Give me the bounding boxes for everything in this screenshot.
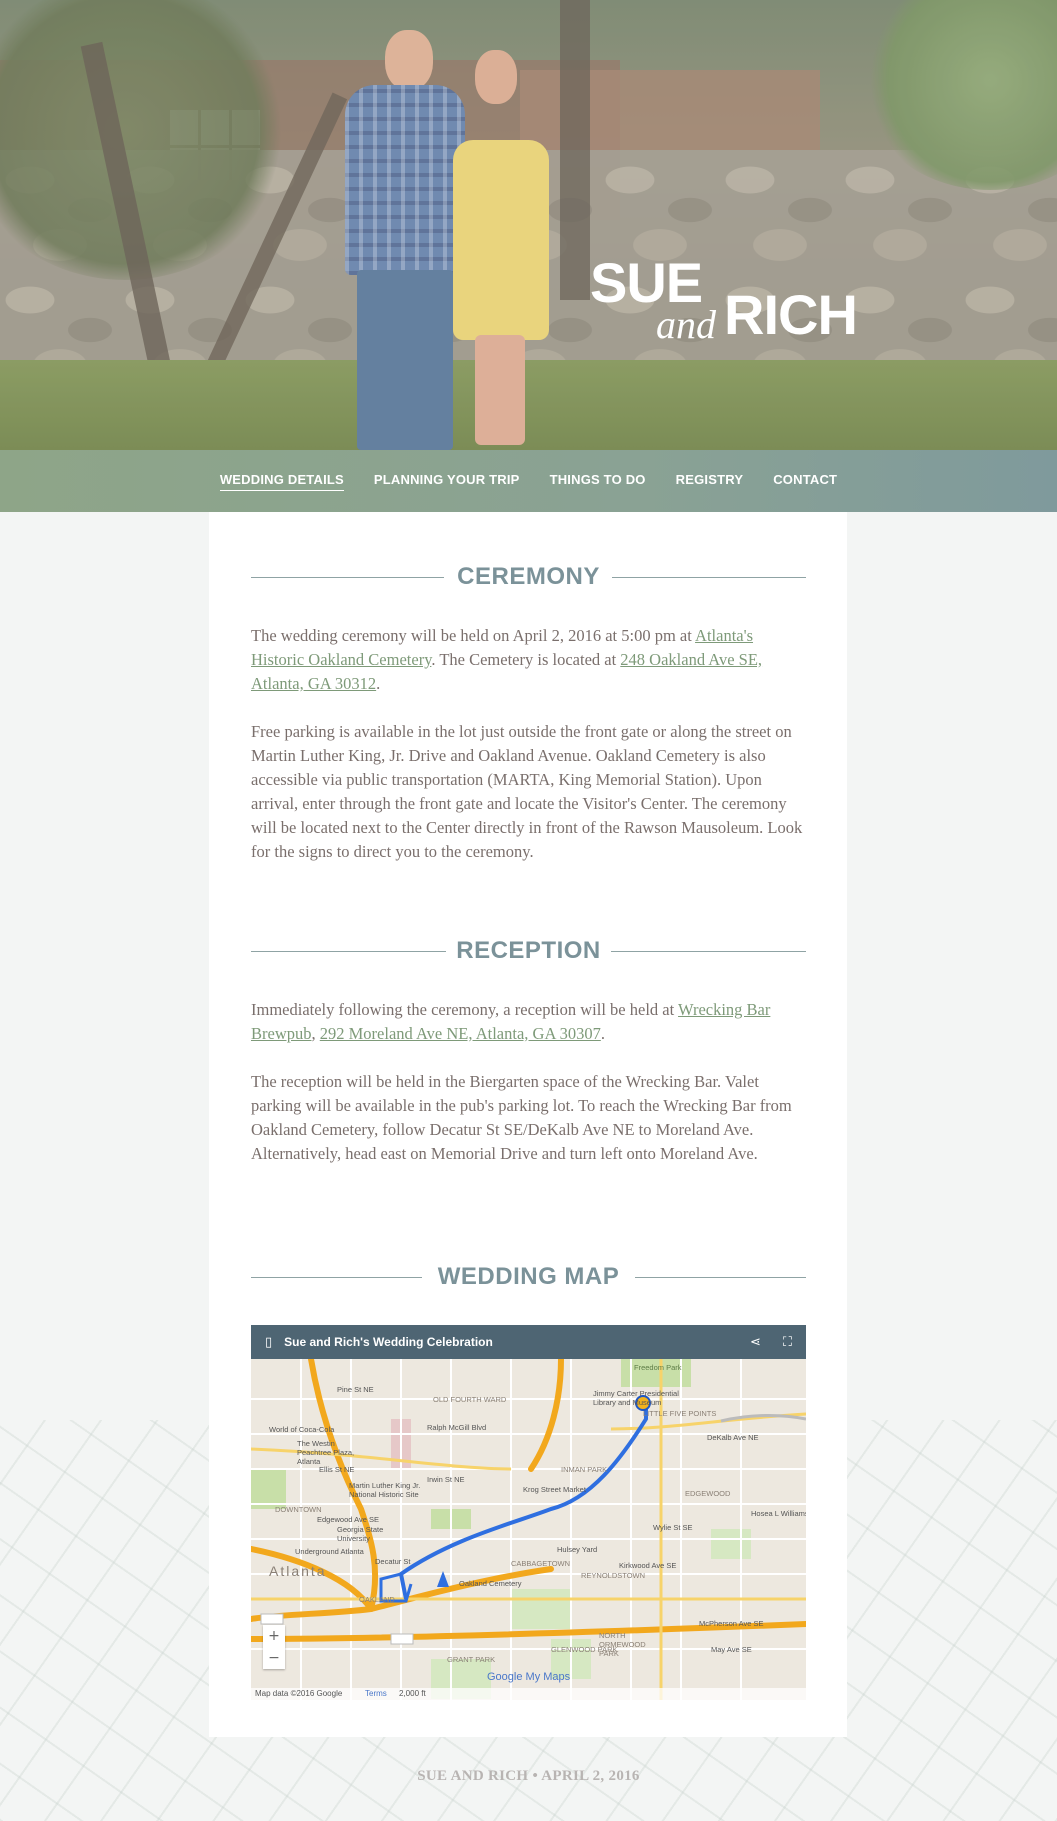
wedding-map-heading: WEDDING MAP [251,1263,806,1293]
ceremony-text: The wedding ceremony will be held on Apr… [251,626,696,645]
map-scale: 2,000 ft [399,1689,426,1698]
map-label: The Westin Peachtree Plaza, Atlanta [297,1439,355,1466]
map-label: Ellis St NE [319,1465,355,1474]
map-label: World of Coca-Cola [269,1425,335,1434]
map-title: Sue and Rich's Wedding Celebration [284,1335,493,1349]
map-label: OLD FOURTH WARD [433,1395,507,1404]
ceremony-title: CEREMONY [457,563,600,590]
reception-text: , [311,1024,320,1043]
map-label: Pine St NE [337,1385,374,1394]
reception-text: Immediately following the ceremony, a re… [251,1000,679,1019]
ceremony-heading: CEREMONY [251,563,806,593]
map-label: GLENWOOD PARK [551,1645,618,1654]
reception-paragraph-1: Immediately following the ceremony, a re… [251,998,806,1046]
nav-things-to-do[interactable]: THINGS TO DO [550,472,646,490]
hero-banner: SUE and RICH [0,0,1057,450]
reception-heading: RECEPTION [251,937,806,967]
logo-rich: RICH [724,283,858,346]
nav-contact[interactable]: CONTACT [773,472,837,490]
embedded-map[interactable]: ▯ Sue and Rich's Wedding Celebration ⋖ ⛶ [251,1325,806,1700]
map-label: Underground Atlanta [295,1547,364,1556]
map-label: Martin Luther King Jr. National Historic… [349,1481,421,1499]
site-logo[interactable]: SUE and RICH [590,255,858,345]
map-label: Ralph McGill Blvd [427,1423,487,1432]
map-footer: Map data ©2016 Google Terms 2,000 ft [251,1688,806,1700]
map-label: McPherson Ave SE [699,1619,764,1628]
nav-wedding-details[interactable]: WEDDING DETAILS [219,472,344,491]
map-label: EDGEWOOD [685,1489,731,1498]
logo-and: and [656,302,716,347]
map-label: Decatur St [375,1557,411,1566]
map-label: DOWNTOWN [275,1505,322,1514]
nav-planning-your-trip[interactable]: PLANNING YOUR TRIP [374,472,520,490]
ceremony-paragraph-1: The wedding ceremony will be held on Apr… [251,624,806,696]
google-my-maps-logo[interactable]: Google My Maps [487,1671,570,1683]
map-label: REYNOLDSTOWN [581,1571,646,1580]
map-label: CABBAGETOWN [511,1559,571,1568]
ceremony-paragraph-2: Free parking is available in the lot jus… [251,722,803,861]
zoom-in-button[interactable]: + [263,1625,285,1647]
reception-paragraph-2: The reception will be held in the Bierga… [251,1072,792,1163]
map-label: Kirkwood Ave SE [619,1561,677,1570]
map-label: Oakland Cemetery [459,1579,522,1588]
map-legend-icon[interactable]: ▯ [265,1335,272,1350]
nav-registry[interactable]: REGISTRY [676,472,744,490]
map-terms-link[interactable]: Terms [365,1689,387,1698]
map-label: Hosea L Williams [751,1509,806,1518]
map-data-credit: Map data ©2016 Google [255,1689,343,1698]
map-label: Georgia State University [337,1525,384,1543]
map-label: Freedom Park [634,1363,682,1372]
main-nav: WEDDING DETAILS PLANNING YOUR TRIP THING… [0,450,1057,512]
reception-text: . [600,1024,605,1043]
map-label: GRANT PARK [447,1655,496,1664]
map-label: INMAN PARK [561,1465,608,1474]
wedding-map-title: WEDDING MAP [437,1263,620,1290]
zoom-out-button[interactable]: − [263,1647,285,1669]
map-label: DeKalb Ave NE [707,1433,759,1442]
map-label: Wylie St SE [653,1523,693,1532]
share-icon[interactable]: ⋖ [750,1335,761,1350]
map-label-city: Atlanta [269,1563,327,1579]
map-label: OAKLAND [359,1595,395,1604]
map-zoom-control: + − [263,1625,285,1669]
map-label: Edgewood Ave SE [317,1515,379,1524]
map-label: Krog Street Market [523,1485,586,1494]
ceremony-text: . The Cemetery is located at [431,650,621,669]
site-footer: SUE AND RICH • APRIL 2, 2016 [417,1768,640,1784]
map-label: Jimmy Carter Presidential Library and Mu… [593,1389,679,1407]
map-label: Irwin St NE [427,1475,465,1484]
map-header-bar: ▯ Sue and Rich's Wedding Celebration ⋖ ⛶ [251,1325,806,1359]
reception-title: RECEPTION [456,937,601,964]
map-label: Hulsey Yard [557,1545,598,1554]
map-label: May Ave SE [711,1645,752,1654]
fullscreen-icon[interactable]: ⛶ [783,1335,792,1350]
ceremony-text: . [376,674,381,693]
wrecking-bar-address-link[interactable]: 292 Moreland Ave NE, Atlanta, GA 30307 [320,1024,601,1043]
map-label: LITTLE FIVE POINTS [643,1409,717,1418]
